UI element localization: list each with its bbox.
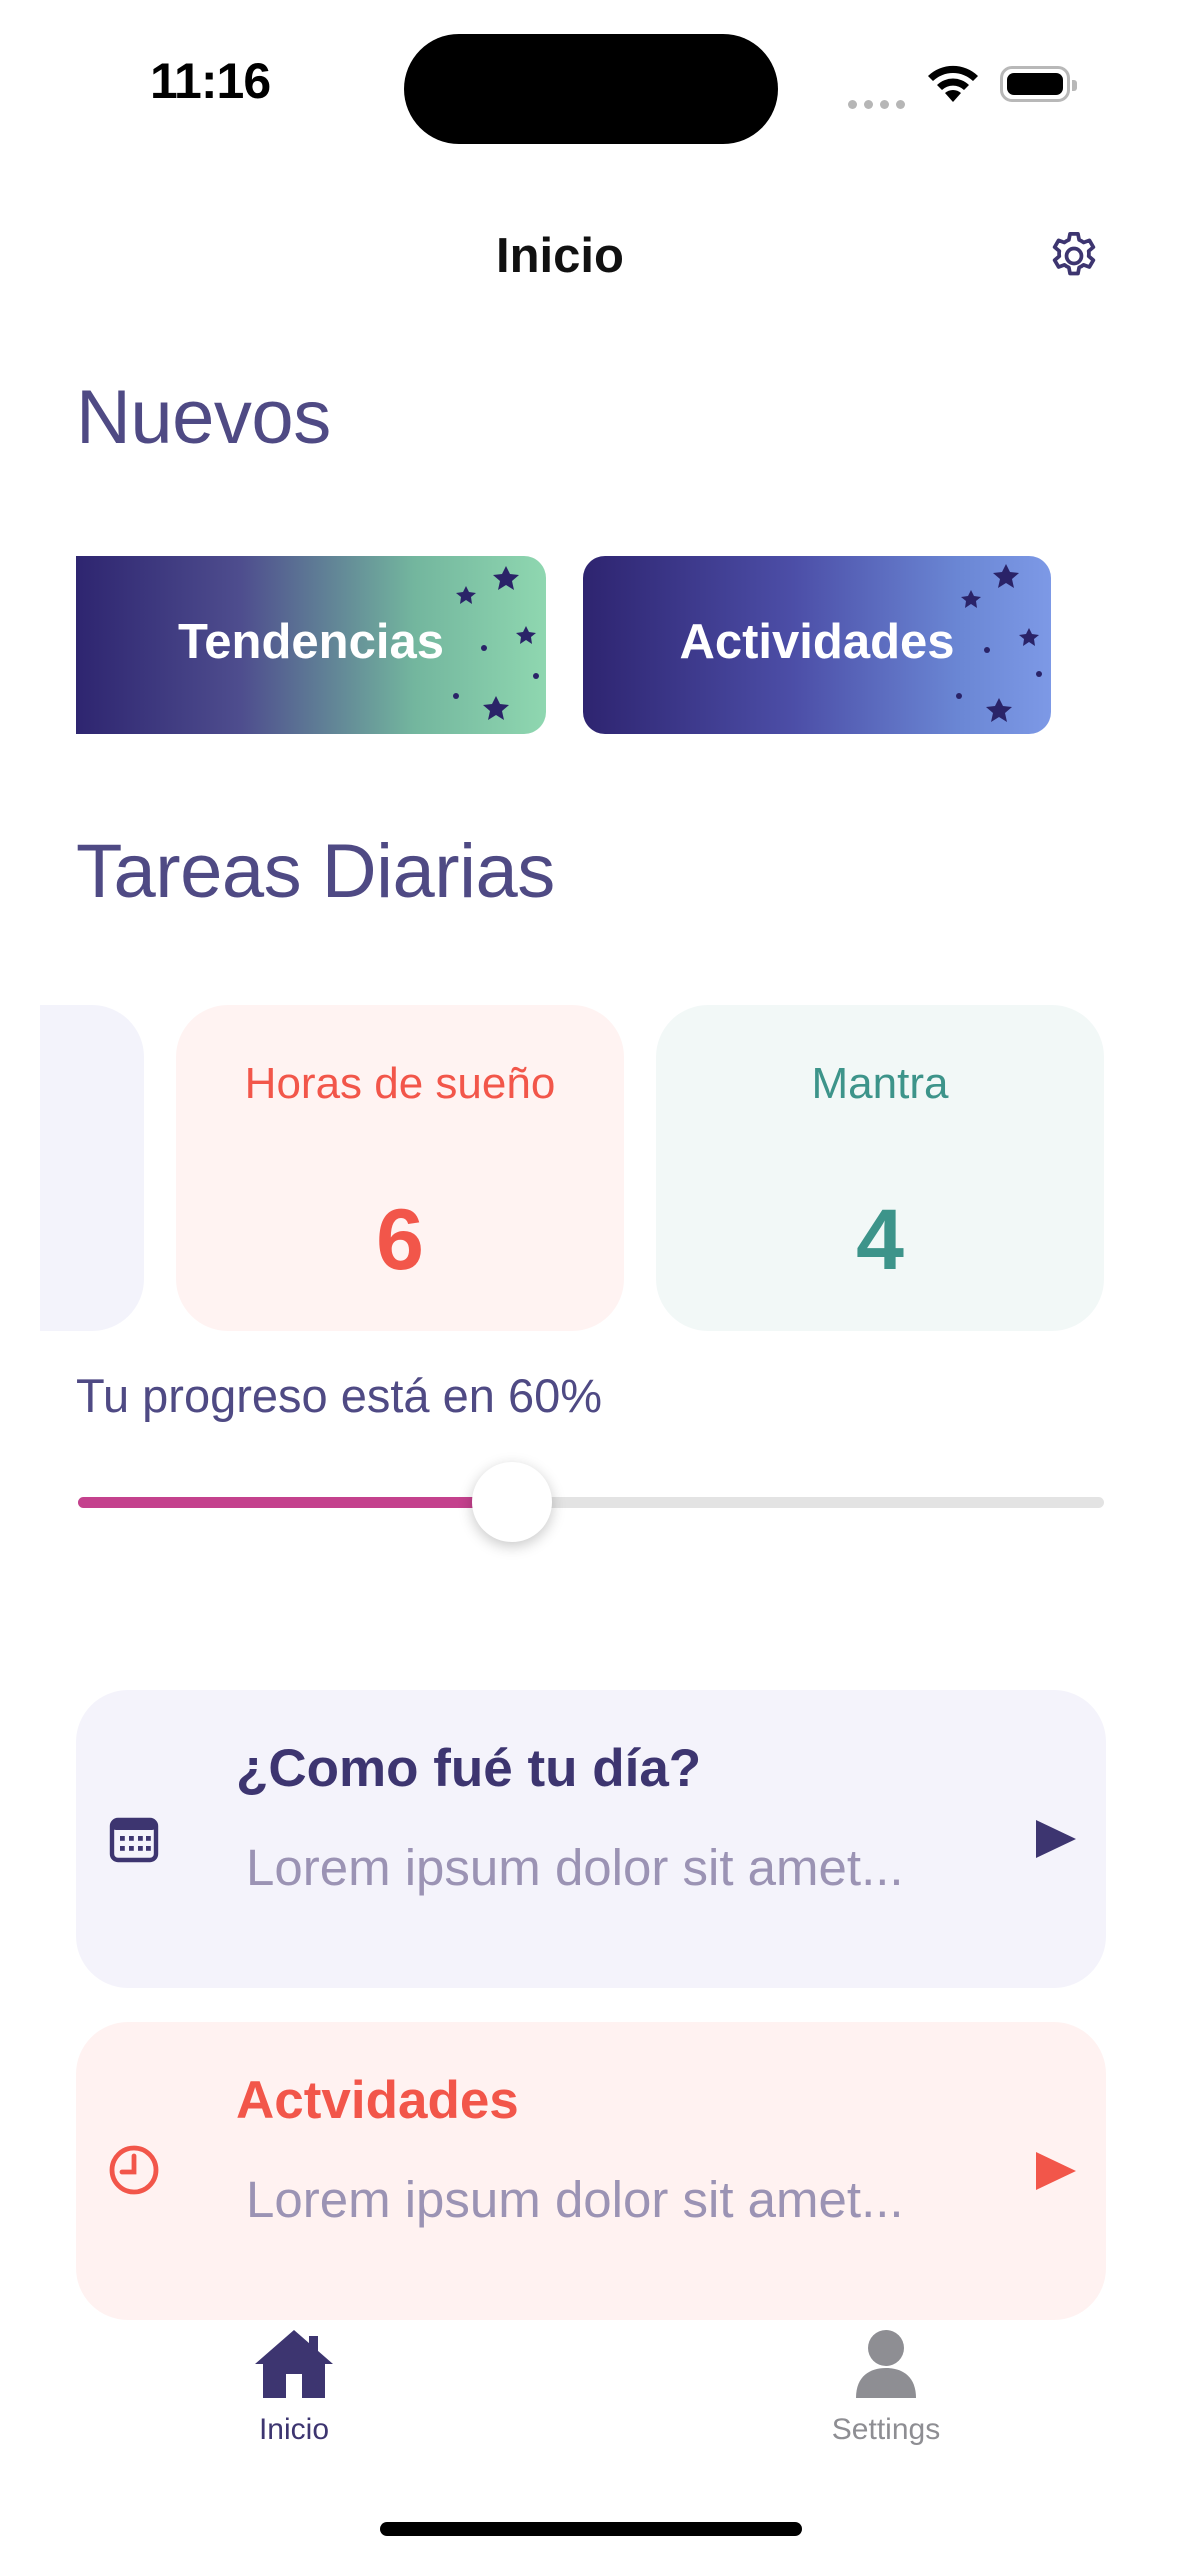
category-card-trends[interactable]: Tendencias <box>76 556 546 734</box>
clock-icon <box>109 2145 159 2195</box>
play-icon[interactable] <box>1034 1818 1078 1860</box>
status-time: 11:16 <box>150 53 271 109</box>
list-item-title: Actvidades <box>236 2071 519 2130</box>
category-label: Tendencias <box>178 615 444 669</box>
battery-icon <box>1000 66 1077 102</box>
task-label: Horas de sueño <box>244 1059 556 1108</box>
nav-title: Inicio <box>496 229 624 283</box>
progress-slider-track[interactable] <box>78 1497 1104 1508</box>
list-item-title: ¿Como fué tu día? <box>236 1739 702 1798</box>
list-item-subtitle: Lorem ipsum dolor sit amet... <box>246 1839 904 1896</box>
task-card-partial[interactable] <box>40 1005 144 1331</box>
tab-settings[interactable]: Settings <box>776 2326 996 2447</box>
dynamic-island <box>404 34 778 144</box>
tab-inicio[interactable]: Inicio <box>184 2326 404 2447</box>
tab-label: Inicio <box>258 2413 330 2446</box>
list-item-day[interactable]: ¿Como fué tu día? Lorem ipsum dolor sit … <box>76 1690 1106 1988</box>
task-card-sleep[interactable]: Horas de sueño 6 <box>176 1005 624 1331</box>
calendar-icon <box>109 1817 159 1863</box>
task-label: Mantra <box>811 1059 949 1108</box>
list-item-subtitle: Lorem ipsum dolor sit amet... <box>246 2171 904 2228</box>
house-icon <box>255 2330 333 2398</box>
task-card-mantra[interactable]: Mantra 4 <box>656 1005 1104 1331</box>
progress-text: Tu progreso está en 60% <box>76 1369 603 1422</box>
play-icon[interactable] <box>1034 2150 1078 2192</box>
progress-slider-thumb[interactable] <box>472 1462 552 1542</box>
progress-slider-fill <box>78 1497 512 1508</box>
home-indicator <box>380 2522 802 2536</box>
task-value: 4 <box>856 1192 904 1288</box>
tab-label: Settings <box>831 2413 941 2446</box>
person-icon <box>856 2330 916 2398</box>
section-title-daily: Tareas Diarias <box>76 829 555 914</box>
gear-icon[interactable] <box>1046 228 1102 284</box>
wifi-icon <box>928 65 978 102</box>
list-item-activities[interactable]: Actvidades Lorem ipsum dolor sit amet... <box>76 2022 1106 2320</box>
section-title-new: Nuevos <box>76 375 331 460</box>
category-card-activities[interactable]: Actividades <box>583 556 1051 734</box>
task-value: 6 <box>376 1192 424 1288</box>
cellular-signal-icon <box>848 96 912 114</box>
category-label: Actividades <box>679 615 955 669</box>
